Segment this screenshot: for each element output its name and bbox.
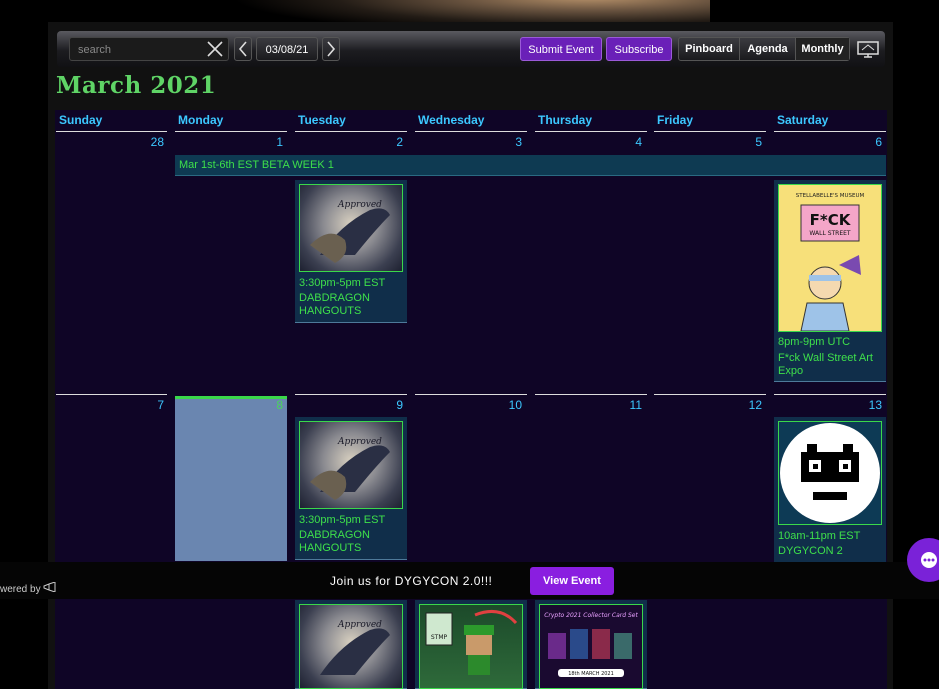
event-image: Approved [299, 421, 403, 509]
monitor-icon[interactable] [854, 37, 882, 61]
event-card[interactable]: Approved [295, 600, 407, 689]
promo-text: Join us for DYGYCON 2.0!!! [330, 574, 493, 588]
divider [774, 131, 886, 132]
divider [535, 394, 647, 395]
event-title: DABDRAGON HANGOUTS [299, 529, 370, 554]
day-cell-number[interactable]: 10 [482, 398, 522, 412]
weekday-friday: Friday [657, 113, 694, 127]
event-title: F*ck Wall Street Art Expo [778, 352, 873, 377]
header-banner [0, 0, 939, 22]
day-cell-number[interactable]: 5 [722, 135, 762, 149]
weekday-tuesday: Tuesday [298, 113, 346, 127]
search-box [69, 37, 229, 61]
day-cell-number[interactable]: 28 [124, 135, 164, 149]
day-cell-number[interactable]: 2 [363, 135, 403, 149]
chat-icon[interactable] [907, 538, 939, 582]
day-cell-number[interactable]: 3 [482, 135, 522, 149]
close-icon[interactable] [205, 40, 225, 58]
event-time: 3:30pm-5pm EST [299, 277, 386, 289]
month-title: March 2021 [56, 72, 217, 99]
event-image-title: F*CK [810, 211, 852, 229]
divider [56, 394, 167, 395]
event-title: DABDRAGON HANGOUTS [299, 292, 370, 317]
event-image-text: Crypto 2021 Collector Card Set [544, 612, 638, 619]
event-image: Crypto 2021 Collector Card Set 18th MARC… [539, 604, 643, 689]
event-image: Approved [299, 184, 403, 272]
divider [415, 394, 527, 395]
event-image: STELLABELLE'S MUSEUM F*CK WALL STREET [778, 184, 882, 332]
event-card[interactable]: Crypto 2021 Collector Card Set 18th MARC… [535, 600, 647, 689]
pinboard-view-button[interactable]: Pinboard [679, 38, 740, 60]
event-time: 10am-11pm EST [778, 530, 861, 542]
weekday-thursday: Thursday [538, 113, 593, 127]
event-image-text: STMP [431, 634, 448, 641]
day-cell-number[interactable]: 12 [722, 398, 762, 412]
chevron-left-icon [238, 41, 247, 57]
divider [535, 131, 647, 132]
event-card[interactable]: Approved 3:30pm-5pm EST DABDRAGON HANGOU… [295, 180, 407, 323]
day-cell-number[interactable]: 6 [842, 135, 882, 149]
day-cell-number[interactable]: 1 [243, 135, 283, 149]
event-image-sub: WALL STREET [809, 230, 851, 237]
event-card[interactable]: Approved 3:30pm-5pm EST DABDRAGON HANGOU… [295, 417, 407, 560]
event-title: DYGYCON 2 [778, 545, 843, 557]
submit-event-button[interactable]: Submit Event [520, 37, 602, 61]
event-time: 8pm-9pm UTC [778, 336, 851, 348]
divider [295, 131, 407, 132]
event-card[interactable]: 10am-11pm EST DYGYCON 2 [774, 417, 886, 563]
event-image-text: Approved [337, 620, 382, 630]
divider [654, 131, 766, 132]
megaphone-icon [43, 581, 56, 593]
subscribe-button[interactable]: Subscribe [606, 37, 672, 61]
banner-image [230, 0, 710, 22]
divider [654, 394, 766, 395]
divider [415, 131, 527, 132]
prev-button[interactable] [234, 37, 252, 61]
allday-event[interactable]: Mar 1st-6th EST BETA WEEK 1 [175, 155, 886, 176]
event-image: STMP [419, 604, 523, 689]
day-cell-number[interactable]: 4 [602, 135, 642, 149]
view-switcher: Pinboard Agenda Monthly [678, 37, 850, 61]
event-image [778, 421, 882, 525]
event-image-sub: 18th MARCH 2021 [568, 671, 614, 677]
weekday-wednesday: Wednesday [418, 113, 485, 127]
day-cell-number[interactable]: 7 [124, 398, 164, 412]
event-time: 3:30pm-5pm EST [299, 514, 386, 526]
view-event-button[interactable]: View Event [530, 567, 614, 595]
weekday-sunday: Sunday [59, 113, 103, 127]
event-image-text: Approved [337, 200, 382, 210]
divider [56, 131, 167, 132]
event-image-text: Approved [337, 437, 382, 447]
promo-bar: wered by Join us for DYGYCON 2.0!!! View… [0, 562, 939, 599]
date-field[interactable]: 03/08/21 [256, 37, 318, 61]
next-button[interactable] [322, 37, 340, 61]
day-cell-number[interactable]: 11 [602, 398, 642, 412]
today-cell[interactable] [175, 396, 287, 561]
divider [295, 394, 407, 395]
weekday-saturday: Saturday [777, 113, 829, 127]
day-cell-number[interactable]: 13 [842, 398, 882, 412]
event-image: Approved [299, 604, 403, 689]
agenda-view-button[interactable]: Agenda [740, 38, 796, 60]
event-image-text: STELLABELLE'S MUSEUM [796, 193, 865, 199]
day-cell-number[interactable]: 9 [363, 398, 403, 412]
chevron-right-icon [327, 41, 336, 57]
divider [774, 394, 886, 395]
powered-by-text: wered by [0, 581, 57, 595]
weekday-monday: Monday [178, 113, 224, 127]
event-card[interactable]: STELLABELLE'S MUSEUM F*CK WALL STREET 8p… [774, 180, 886, 382]
divider [175, 131, 287, 132]
monthly-view-button[interactable]: Monthly [796, 38, 849, 60]
event-card[interactable]: STMP [415, 600, 527, 689]
search-input[interactable] [76, 40, 204, 60]
today-number[interactable]: 8 [243, 398, 283, 412]
